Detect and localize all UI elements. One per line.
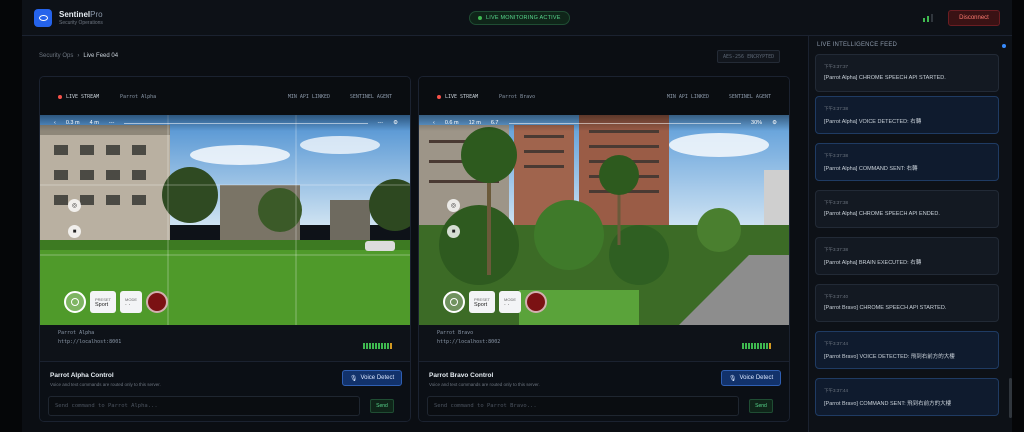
back-icon[interactable]: ‹ <box>54 120 56 126</box>
microphone-icon: 🎙 <box>349 375 358 382</box>
joystick-icon[interactable] <box>64 291 86 313</box>
camera-hud: ‹ 0.3 m 4 m --- --- ⚙ <box>40 115 410 131</box>
voice-detect-button[interactable]: 🎙 Voice Detect <box>721 370 781 386</box>
breadcrumb: Security Ops › Live Feed 04 <box>39 53 119 59</box>
hud-altitude: 4 m <box>89 120 99 126</box>
voice-detect-button[interactable]: 🎙 Voice Detect <box>342 370 402 386</box>
control-subtitle: Voice and text commands are routed only … <box>50 382 161 387</box>
hud-distance: 0.6 m <box>444 120 459 126</box>
breadcrumb-current: Live Feed 04 <box>83 53 119 59</box>
settings-icon[interactable]: ⚙ <box>772 120 777 126</box>
hud-distance: 0.3 m <box>65 120 80 126</box>
log-entry: 下午3:37:44 [Parrot Bravo] VOICE DETECTED: … <box>815 331 999 369</box>
feed-panel-alpha: LIVE STREAM Parrot Alpha MIN API LINKED … <box>39 76 411 422</box>
api-tag: MIN API LINKED <box>666 94 709 100</box>
log-entry: 下午3:37:38 [Parrot Alpha] COMMAND SENT: 右轉 <box>815 143 999 181</box>
feed-name: Parrot Bravo <box>499 94 536 100</box>
back-icon[interactable]: ‹ <box>433 120 435 126</box>
record-button[interactable] <box>525 291 548 313</box>
log-entry: 下午3:37:38 [Parrot Alpha] BRAIN EXECUTED: … <box>815 237 999 275</box>
status-dot-icon <box>478 16 482 20</box>
log-entry: 下午3:37:38 [Parrot Alpha] VOICE DETECTED: … <box>815 96 999 134</box>
control-section: Parrot Alpha Control Voice and text comm… <box>40 361 410 421</box>
mode-selector[interactable]: MODE · · <box>120 291 143 313</box>
disconnect-button[interactable]: Disconnect <box>948 10 1000 26</box>
feed-name: Parrot Alpha <box>120 94 157 100</box>
monitoring-status-badge: LIVE MONITORING ACTIVE <box>469 11 570 25</box>
live-stream-label: LIVE STREAM <box>58 94 99 100</box>
agent-tag: SENTINEL AGENT <box>728 94 771 100</box>
video-camera-icon[interactable]: ■ <box>447 225 460 238</box>
log-entry: 下午3:37:40 [Parrot Bravo] CHROME SPEECH AP… <box>815 284 999 322</box>
app-window: SentinelPro Security Operations LIVE MON… <box>22 0 1012 432</box>
control-title: Parrot Bravo Control <box>429 372 494 379</box>
drone-controls: PRESET Sport MODE · · <box>443 291 548 313</box>
app-subtitle: Security Operations <box>59 20 103 26</box>
photo-mode-icon[interactable]: ◎ <box>447 199 460 212</box>
log-entry: 下午3:37:37 [Parrot Alpha] CHROME SPEECH AP… <box>815 54 999 92</box>
control-subtitle: Voice and text commands are routed only … <box>429 382 540 387</box>
video-view-alpha[interactable]: ‹ 0.3 m 4 m --- --- ⚙ ◎ ■ PRESET Sport MO… <box>40 115 410 325</box>
hud-battery: 30% <box>751 120 763 126</box>
video-view-bravo[interactable]: ‹ 0.6 m 12 m 6.7 30% ⚙ ◎ ■ PRESET Sport M… <box>419 115 789 325</box>
eye-logo-icon <box>34 9 52 27</box>
log-entry: 下午3:37:44 [Parrot Bravo] COMMAND SENT: 飛到… <box>815 378 999 416</box>
send-button[interactable]: Send <box>749 399 773 413</box>
hud-altitude: 12 m <box>468 120 481 126</box>
signal-meter-icon <box>363 343 392 349</box>
joystick-icon[interactable] <box>443 291 465 313</box>
feed-header: LIVE STREAM Parrot Bravo MIN API LINKED … <box>419 77 789 115</box>
app-name: SentinelPro <box>59 10 103 19</box>
hud-speed: --- <box>108 120 115 126</box>
camera-hud: ‹ 0.6 m 12 m 6.7 30% ⚙ <box>419 115 789 131</box>
command-input[interactable] <box>48 396 360 416</box>
feed-header: LIVE STREAM Parrot Alpha MIN API LINKED … <box>40 77 410 115</box>
panel-title: LIVE INTELLIGENCE FEED <box>817 42 898 48</box>
command-input[interactable] <box>427 396 739 416</box>
feed-meta: Parrot Alpha http://localhost:8001 <box>58 330 122 345</box>
live-stream-label: LIVE STREAM <box>437 94 478 100</box>
log-entry: 下午3:37:38 [Parrot Alpha] CHROME SPEECH AP… <box>815 190 999 228</box>
feed-meta: Parrot Bravo http://localhost:8002 <box>437 330 501 345</box>
preset-selector[interactable]: PRESET Sport <box>90 291 117 313</box>
intelligence-feed-panel: LIVE INTELLIGENCE FEED 下午3:37:37 [Parrot … <box>808 36 1012 432</box>
photo-mode-icon[interactable]: ◎ <box>68 199 81 212</box>
signal-meter-icon <box>742 343 771 349</box>
feed-panel-bravo: LIVE STREAM Parrot Bravo MIN API LINKED … <box>418 76 790 422</box>
encryption-badge: AES-256 ENCRYPTED <box>717 50 781 63</box>
control-section: Parrot Bravo Control Voice and text comm… <box>419 361 789 421</box>
breadcrumb-root[interactable]: Security Ops <box>39 53 73 59</box>
api-tag: MIN API LINKED <box>287 94 330 100</box>
settings-icon[interactable]: ⚙ <box>393 120 398 126</box>
top-bar: SentinelPro Security Operations LIVE MON… <box>22 0 1012 36</box>
agent-tag: SENTINEL AGENT <box>349 94 392 100</box>
live-indicator-icon <box>1002 44 1006 48</box>
hud-battery: --- <box>377 120 384 126</box>
signal-icon <box>923 14 933 22</box>
drone-controls: PRESET Sport MODE · · <box>64 291 169 313</box>
send-button[interactable]: Send <box>370 399 394 413</box>
preset-selector[interactable]: PRESET Sport <box>469 291 496 313</box>
record-button[interactable] <box>146 291 169 313</box>
mode-selector[interactable]: MODE · · <box>499 291 522 313</box>
hud-speed: 6.7 <box>490 120 499 126</box>
video-camera-icon[interactable]: ■ <box>68 225 81 238</box>
scrollbar[interactable] <box>1009 378 1012 418</box>
control-title: Parrot Alpha Control <box>50 372 114 379</box>
microphone-icon: 🎙 <box>728 375 737 382</box>
